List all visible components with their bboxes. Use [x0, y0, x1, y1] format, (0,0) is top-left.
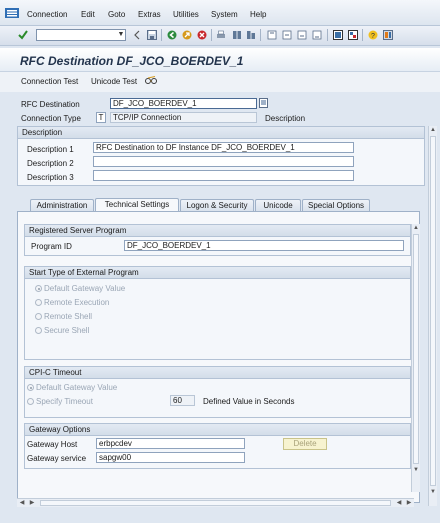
menu-connection[interactable]: Connection: [27, 10, 67, 19]
timeout-value-field: 60: [170, 395, 195, 406]
cancel-icon[interactable]: [196, 29, 208, 41]
start-type-default-gateway-option[interactable]: Default Gateway Value: [35, 284, 125, 293]
horizontal-scrollbar[interactable]: ◀ ▶ ◀ ▶: [17, 498, 414, 507]
radio-button[interactable]: [27, 384, 34, 391]
tab-unicode[interactable]: Unicode: [255, 199, 301, 211]
first-page-icon[interactable]: [266, 29, 278, 41]
radio-button[interactable]: [35, 327, 42, 334]
page-title: RFC Destination DF_JCO_BOERDEV_1: [20, 54, 244, 68]
connection-type-field: TCP/IP Connection: [110, 112, 257, 123]
tab-administration[interactable]: Administration: [30, 199, 94, 211]
description-group-title: Description: [18, 127, 424, 139]
menu-utilities[interactable]: Utilities: [173, 10, 199, 19]
scroll-thumb[interactable]: [413, 234, 419, 464]
previous-page-icon[interactable]: [281, 29, 293, 41]
menu-goto[interactable]: Goto: [108, 10, 125, 19]
connection-test-button[interactable]: Connection Test: [21, 77, 78, 86]
start-type-title: Start Type of External Program: [25, 267, 410, 279]
tab-special-options[interactable]: Special Options: [302, 199, 370, 211]
gateway-service-field[interactable]: sapgw00: [96, 452, 245, 463]
program-id-field[interactable]: DF_JCO_BOERDEV_1: [124, 240, 404, 251]
customize-layout-icon[interactable]: [382, 29, 394, 41]
description1-field[interactable]: RFC Destination to DF Instance DF_JCO_BO…: [93, 142, 354, 153]
find-icon[interactable]: [231, 29, 243, 41]
shortcut-icon[interactable]: [347, 29, 359, 41]
outer-scroll-down-icon[interactable]: ▼: [429, 488, 437, 496]
gateway-service-label: Gateway service: [27, 454, 87, 463]
svg-text:?: ?: [371, 33, 375, 40]
unicode-test-button[interactable]: Unicode Test: [91, 77, 137, 86]
menu-help[interactable]: Help: [250, 10, 266, 19]
timeout-unit-label: Defined Value in Seconds: [203, 397, 295, 406]
exit-icon[interactable]: [181, 29, 193, 41]
cpic-specify-timeout-option[interactable]: Specify Timeout: [27, 397, 93, 406]
last-page-icon[interactable]: [311, 29, 323, 41]
outer-vertical-scrollbar[interactable]: ▲ ▼: [428, 126, 437, 506]
start-type-remote-shell-option[interactable]: Remote Shell: [35, 312, 92, 321]
enter-icon[interactable]: [17, 29, 29, 41]
cpic-timeout-title: CPI-C Timeout: [25, 367, 410, 379]
scroll-left-end-icon[interactable]: ◀: [394, 499, 404, 507]
sap-menu-icon[interactable]: [5, 8, 19, 18]
radio-button[interactable]: [35, 299, 42, 306]
menu-edit[interactable]: Edit: [81, 10, 95, 19]
connection-type-label: Connection Type: [21, 114, 81, 123]
rfc-destination-label: RFC Destination: [21, 100, 80, 109]
delete-button[interactable]: Delete: [283, 438, 327, 450]
description3-field[interactable]: [93, 170, 354, 181]
description1-label: Description 1: [27, 145, 74, 154]
radio-button[interactable]: [35, 313, 42, 320]
registered-server-title: Registered Server Program: [25, 225, 410, 237]
vertical-scrollbar[interactable]: ▲ ▼: [411, 224, 420, 492]
expand-icon[interactable]: [131, 29, 143, 41]
description2-field[interactable]: [93, 156, 354, 167]
description2-label: Description 2: [27, 159, 74, 168]
rfc-destination-field[interactable]: DF_JCO_BOERDEV_1: [110, 98, 257, 109]
menu-system[interactable]: System: [211, 10, 238, 19]
find-next-icon[interactable]: [245, 29, 257, 41]
new-session-icon[interactable]: [332, 29, 344, 41]
connection-type-code-field[interactable]: T: [96, 112, 106, 123]
glasses-icon[interactable]: [145, 76, 157, 86]
help-icon[interactable]: ?: [367, 29, 379, 41]
save-icon[interactable]: [146, 29, 158, 41]
gateway-options-title: Gateway Options: [25, 424, 410, 436]
horizontal-scroll-thumb[interactable]: [40, 500, 391, 506]
cpic-timeout-group: CPI-C Timeout: [24, 366, 411, 418]
scroll-left-icon[interactable]: ◀: [17, 499, 27, 507]
cpic-default-gateway-option[interactable]: Default Gateway Value: [27, 383, 117, 392]
outer-scroll-up-icon[interactable]: ▲: [429, 126, 437, 134]
next-page-icon[interactable]: [296, 29, 308, 41]
program-id-label: Program ID: [31, 242, 72, 251]
description3-label: Description 3: [27, 173, 74, 182]
back-icon[interactable]: [166, 29, 178, 41]
radio-button[interactable]: [27, 398, 34, 405]
tab-technical-settings[interactable]: Technical Settings: [95, 198, 179, 211]
outer-scroll-thumb[interactable]: [430, 136, 436, 486]
gateway-host-label: Gateway Host: [27, 440, 78, 449]
scroll-up-icon[interactable]: ▲: [412, 224, 420, 232]
print-icon[interactable]: [215, 29, 227, 41]
scroll-right-icon[interactable]: ▶: [404, 499, 414, 507]
radio-button[interactable]: [35, 285, 42, 292]
copy-icon[interactable]: [259, 98, 268, 108]
tab-logon-security[interactable]: Logon & Security: [180, 199, 254, 211]
description-label: Description: [265, 114, 306, 123]
scroll-right-small-icon[interactable]: ▶: [27, 499, 37, 507]
start-type-remote-execution-option[interactable]: Remote Execution: [35, 298, 109, 307]
start-type-secure-shell-option[interactable]: Secure Shell: [35, 326, 89, 335]
menu-extras[interactable]: Extras: [138, 10, 161, 19]
command-field[interactable]: [36, 29, 126, 41]
gateway-host-field[interactable]: erbpcdev: [96, 438, 245, 449]
command-field-dropdown-icon[interactable]: ▼: [116, 29, 126, 41]
scroll-down-icon[interactable]: ▼: [412, 466, 420, 474]
